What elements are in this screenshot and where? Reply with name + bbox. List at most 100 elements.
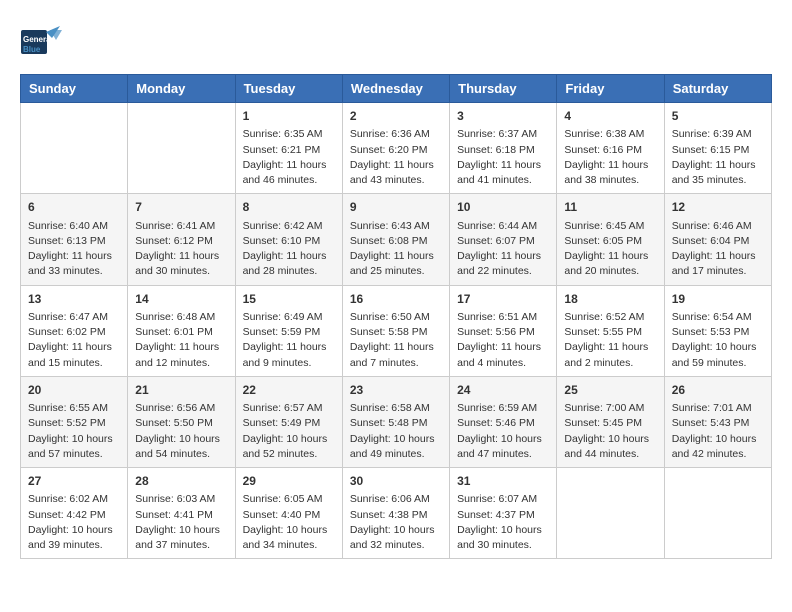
day-info: Daylight: 11 hours and 22 minutes. <box>457 249 549 279</box>
day-info: Sunset: 4:37 PM <box>457 508 549 523</box>
header-cell-saturday: Saturday <box>664 75 771 103</box>
day-info: Sunrise: 6:58 AM <box>350 401 442 416</box>
day-info: Sunrise: 6:44 AM <box>457 219 549 234</box>
day-number: 10 <box>457 199 549 216</box>
calendar-header: SundayMondayTuesdayWednesdayThursdayFrid… <box>21 75 772 103</box>
day-number: 17 <box>457 291 549 308</box>
day-cell: 24Sunrise: 6:59 AMSunset: 5:46 PMDayligh… <box>450 376 557 467</box>
day-cell: 21Sunrise: 6:56 AMSunset: 5:50 PMDayligh… <box>128 376 235 467</box>
day-info: Sunrise: 6:47 AM <box>28 310 120 325</box>
day-info: Sunrise: 6:54 AM <box>672 310 764 325</box>
day-info: Sunrise: 6:37 AM <box>457 127 549 142</box>
day-number: 3 <box>457 108 549 125</box>
day-cell: 31Sunrise: 6:07 AMSunset: 4:37 PMDayligh… <box>450 468 557 559</box>
header-cell-wednesday: Wednesday <box>342 75 449 103</box>
day-info: Daylight: 10 hours and 52 minutes. <box>243 432 335 462</box>
day-cell: 2Sunrise: 6:36 AMSunset: 6:20 PMDaylight… <box>342 103 449 194</box>
day-cell: 29Sunrise: 6:05 AMSunset: 4:40 PMDayligh… <box>235 468 342 559</box>
header-cell-friday: Friday <box>557 75 664 103</box>
day-info: Sunrise: 6:52 AM <box>564 310 656 325</box>
day-info: Sunset: 4:42 PM <box>28 508 120 523</box>
day-info: Sunrise: 7:01 AM <box>672 401 764 416</box>
day-cell <box>664 468 771 559</box>
week-row-5: 27Sunrise: 6:02 AMSunset: 4:42 PMDayligh… <box>21 468 772 559</box>
day-info: Daylight: 11 hours and 35 minutes. <box>672 158 764 188</box>
day-cell: 25Sunrise: 7:00 AMSunset: 5:45 PMDayligh… <box>557 376 664 467</box>
day-info: Sunset: 5:49 PM <box>243 416 335 431</box>
day-number: 31 <box>457 473 549 490</box>
day-info: Sunset: 6:16 PM <box>564 143 656 158</box>
day-cell: 16Sunrise: 6:50 AMSunset: 5:58 PMDayligh… <box>342 285 449 376</box>
day-info: Sunset: 6:05 PM <box>564 234 656 249</box>
day-number: 16 <box>350 291 442 308</box>
day-info: Sunset: 6:12 PM <box>135 234 227 249</box>
day-info: Daylight: 11 hours and 20 minutes. <box>564 249 656 279</box>
day-info: Sunrise: 6:56 AM <box>135 401 227 416</box>
day-info: Daylight: 11 hours and 43 minutes. <box>350 158 442 188</box>
day-info: Daylight: 11 hours and 46 minutes. <box>243 158 335 188</box>
day-info: Sunset: 5:45 PM <box>564 416 656 431</box>
day-cell: 7 Sunrise: 6:41 AMSunset: 6:12 PMDaylight… <box>128 194 235 285</box>
day-info: Sunset: 6:13 PM <box>28 234 120 249</box>
day-number: 7 <box>135 199 227 216</box>
day-info: Daylight: 10 hours and 32 minutes. <box>350 523 442 553</box>
day-info: Sunrise: 6:59 AM <box>457 401 549 416</box>
week-row-3: 13Sunrise: 6:47 AMSunset: 6:02 PMDayligh… <box>21 285 772 376</box>
day-info: Daylight: 11 hours and 38 minutes. <box>564 158 656 188</box>
day-cell <box>21 103 128 194</box>
day-number: 1 <box>243 108 335 125</box>
day-number: 14 <box>135 291 227 308</box>
day-info: Sunset: 6:01 PM <box>135 325 227 340</box>
day-info: Daylight: 11 hours and 9 minutes. <box>243 340 335 370</box>
day-cell: 10Sunrise: 6:44 AMSunset: 6:07 PMDayligh… <box>450 194 557 285</box>
week-row-4: 20Sunrise: 6:55 AMSunset: 5:52 PMDayligh… <box>21 376 772 467</box>
day-number: 18 <box>564 291 656 308</box>
day-number: 13 <box>28 291 120 308</box>
day-info: Sunset: 4:40 PM <box>243 508 335 523</box>
day-info: Sunset: 5:59 PM <box>243 325 335 340</box>
day-cell: 11Sunrise: 6:45 AMSunset: 6:05 PMDayligh… <box>557 194 664 285</box>
day-info: Daylight: 11 hours and 15 minutes. <box>28 340 120 370</box>
day-info: Sunrise: 6:02 AM <box>28 492 120 507</box>
day-info: Daylight: 10 hours and 39 minutes. <box>28 523 120 553</box>
day-info: Daylight: 10 hours and 54 minutes. <box>135 432 227 462</box>
day-info: Sunset: 5:52 PM <box>28 416 120 431</box>
day-info: Sunset: 6:18 PM <box>457 143 549 158</box>
day-info: Sunset: 6:04 PM <box>672 234 764 249</box>
day-cell: 20Sunrise: 6:55 AMSunset: 5:52 PMDayligh… <box>21 376 128 467</box>
day-number: 23 <box>350 382 442 399</box>
day-info: Sunrise: 6:45 AM <box>564 219 656 234</box>
day-info: Sunset: 6:08 PM <box>350 234 442 249</box>
day-info: Sunset: 4:41 PM <box>135 508 227 523</box>
header-cell-thursday: Thursday <box>450 75 557 103</box>
day-info: Daylight: 10 hours and 37 minutes. <box>135 523 227 553</box>
day-cell: 9Sunrise: 6:43 AMSunset: 6:08 PMDaylight… <box>342 194 449 285</box>
day-info: Sunrise: 6:41 AM <box>135 219 227 234</box>
header-cell-tuesday: Tuesday <box>235 75 342 103</box>
day-cell: 12Sunrise: 6:46 AMSunset: 6:04 PMDayligh… <box>664 194 771 285</box>
day-info: Daylight: 11 hours and 33 minutes. <box>28 249 120 279</box>
day-number: 25 <box>564 382 656 399</box>
day-cell: 13Sunrise: 6:47 AMSunset: 6:02 PMDayligh… <box>21 285 128 376</box>
day-cell: 26Sunrise: 7:01 AMSunset: 5:43 PMDayligh… <box>664 376 771 467</box>
day-info: Sunset: 5:58 PM <box>350 325 442 340</box>
day-cell: 28Sunrise: 6:03 AMSunset: 4:41 PMDayligh… <box>128 468 235 559</box>
day-info: Sunrise: 6:35 AM <box>243 127 335 142</box>
day-info: Sunset: 5:50 PM <box>135 416 227 431</box>
day-number: 8 <box>243 199 335 216</box>
day-info: Sunset: 6:20 PM <box>350 143 442 158</box>
day-info: Sunset: 5:48 PM <box>350 416 442 431</box>
day-info: Daylight: 11 hours and 17 minutes. <box>672 249 764 279</box>
day-info: Daylight: 10 hours and 49 minutes. <box>350 432 442 462</box>
day-cell <box>557 468 664 559</box>
day-info: Sunrise: 6:03 AM <box>135 492 227 507</box>
day-cell: 3Sunrise: 6:37 AMSunset: 6:18 PMDaylight… <box>450 103 557 194</box>
day-info: Sunrise: 6:49 AM <box>243 310 335 325</box>
day-info: Daylight: 10 hours and 44 minutes. <box>564 432 656 462</box>
day-info: Sunrise: 6:40 AM <box>28 219 120 234</box>
day-info: Daylight: 11 hours and 30 minutes. <box>135 249 227 279</box>
day-info: Sunrise: 6:36 AM <box>350 127 442 142</box>
day-info: Sunset: 5:53 PM <box>672 325 764 340</box>
day-cell: 30Sunrise: 6:06 AMSunset: 4:38 PMDayligh… <box>342 468 449 559</box>
day-cell: 5Sunrise: 6:39 AMSunset: 6:15 PMDaylight… <box>664 103 771 194</box>
